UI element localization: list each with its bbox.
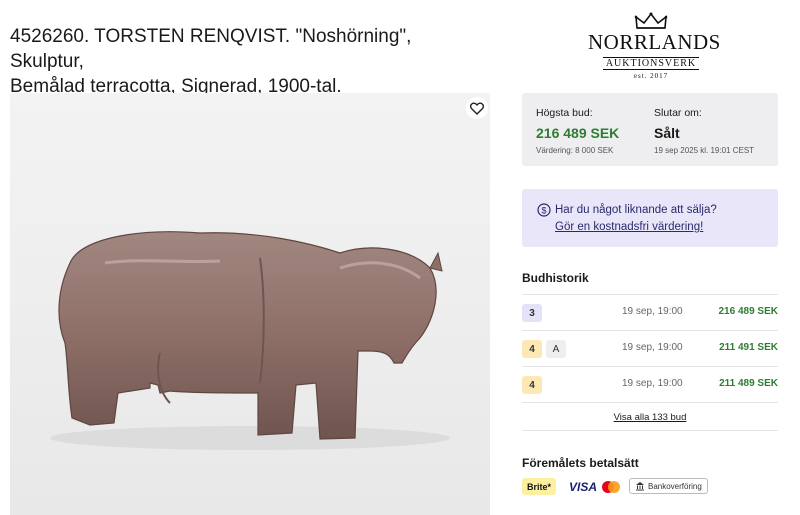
bid-time: 19 sep, 19:00 (622, 306, 683, 317)
bid-time: 19 sep, 19:00 (622, 342, 683, 353)
bidder-badge: 4 (522, 340, 542, 358)
logo-brand: NORRLANDS (588, 30, 721, 54)
dollar-circle-icon: $ (537, 203, 551, 217)
ends-label: Slutar om: (654, 107, 702, 119)
mastercard-icon (601, 478, 621, 496)
logo-sub: AUKTIONSVERK (602, 57, 700, 70)
lot-title-line1: 4526260. TORSTEN RENQVIST. "Noshörning",… (10, 26, 412, 72)
bidder-badge: 4 (522, 376, 542, 394)
lot-title: 4526260. TORSTEN RENQVIST. "Noshörning",… (10, 24, 490, 99)
estimate: Värdering: 8 000 SEK (536, 146, 614, 155)
sell-question: Har du något liknande att sälja? (555, 204, 717, 216)
bid-amount: 216 489 SEK (718, 306, 779, 317)
bank-icon (636, 482, 644, 491)
ends-value: Sålt (654, 125, 680, 141)
logo-est: est. 2017 (633, 72, 669, 80)
bidder-badge: 3 (522, 304, 542, 322)
bid-history-title: Budhistorik (522, 271, 589, 285)
heart-icon (470, 102, 484, 115)
bank-transfer-payment: Bankoverföring (629, 478, 708, 494)
crown-icon (634, 12, 668, 29)
bid-row: 4 19 sep, 19:00 211 489 SEK (522, 366, 778, 402)
auction-end: Slutar om: Sålt 19 sep 2025 kl. 19:01 CE… (654, 107, 754, 155)
payment-methods-title: Föremålets betalsätt (522, 456, 639, 470)
sell-promo: $ Har du något liknande att sälja? Gör e… (522, 189, 778, 247)
highest-bid-label: Högsta bud: (536, 107, 593, 119)
ends-date: 19 sep 2025 kl. 19:01 CEST (654, 146, 755, 155)
auto-bid-badge: A (546, 340, 566, 358)
svg-text:$: $ (541, 206, 546, 216)
highest-bid: Högsta bud: 216 489 SEK Värdering: 8 000… (536, 107, 619, 155)
highest-bid-value: 216 489 SEK (536, 125, 620, 141)
lot-image[interactable] (10, 93, 490, 515)
bid-row: 4 A 19 sep, 19:00 211 491 SEK (522, 330, 778, 366)
show-all-bids-link[interactable]: Visa alla 133 bud (522, 402, 778, 431)
brite-payment: Brite* (522, 478, 557, 495)
bid-time: 19 sep, 19:00 (622, 378, 683, 389)
favorite-button[interactable] (466, 97, 488, 119)
bank-transfer-label: Bankoverföring (648, 481, 702, 491)
bid-row: 3 19 sep, 19:00 216 489 SEK (522, 294, 778, 330)
sculpture-image (10, 93, 490, 515)
valuation-link[interactable]: Gör en kostnadsfri värdering! (555, 221, 703, 233)
bid-summary: Högsta bud: 216 489 SEK Värdering: 8 000… (522, 93, 778, 166)
bid-amount: 211 491 SEK (719, 342, 778, 353)
visa-payment: VISA (569, 480, 598, 494)
bid-amount: 211 489 SEK (719, 378, 778, 389)
auction-house-logo[interactable]: NORRLANDS AUKTIONSVERK est. 2017 (588, 12, 721, 82)
